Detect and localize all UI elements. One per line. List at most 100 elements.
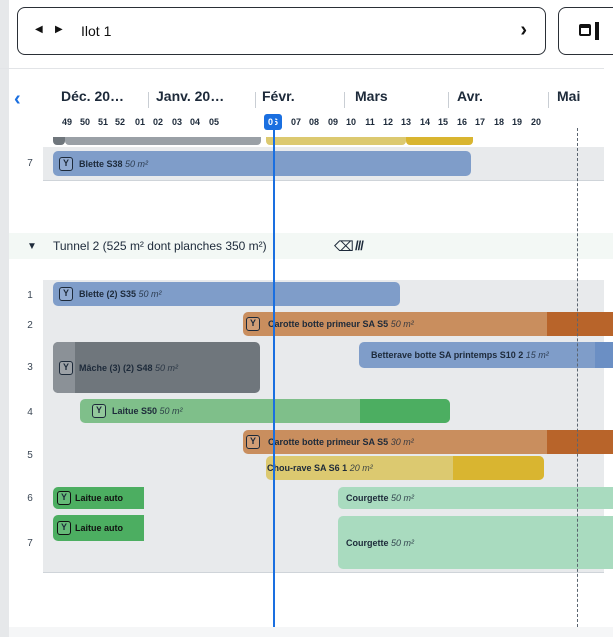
crop-bar[interactable] <box>53 137 65 145</box>
crop-area: 50 m² <box>390 319 414 329</box>
crop-name: Laitue auto <box>75 523 124 533</box>
chevron-right-icon[interactable]: › <box>520 19 527 42</box>
crop-bar[interactable]: Courgette 50 m² <box>338 516 613 569</box>
sprout-icon: Y <box>59 287 73 301</box>
month-label: Mai <box>557 88 581 104</box>
today-marker-line <box>273 114 275 637</box>
sprout-icon: Y <box>57 521 71 535</box>
row-number: 4 <box>27 407 33 418</box>
crop-bar[interactable]: Chou-rave SA S6 1 20 m² <box>266 456 544 480</box>
week-label: 04 <box>189 117 200 127</box>
crop-bar[interactable]: Betterave botte SA printemps S10 2 15 m² <box>359 342 613 368</box>
crop-bar[interactable]: Y Mâche (3) (2) S48 50 m² <box>53 342 260 393</box>
crop-bar[interactable]: Courgette 50 m² <box>338 487 613 509</box>
crop-bar[interactable]: Y Blette S38 50 m² <box>53 151 471 176</box>
week-label: 14 <box>419 117 430 127</box>
week-label: 07 <box>290 117 301 127</box>
crop-name: Carotte botte primeur SA S5 <box>268 319 389 329</box>
crop-name: Carotte botte primeur SA S5 <box>268 437 389 447</box>
month-label: Févr. <box>262 88 295 104</box>
caret-down-icon[interactable]: ▼ <box>27 241 37 252</box>
row-number: 5 <box>27 450 33 461</box>
week-label: 02 <box>152 117 163 127</box>
date-picker-button[interactable] <box>558 7 613 55</box>
crop-name: Laitue S50 <box>112 406 158 416</box>
sprout-icon: Y <box>92 404 106 418</box>
section-header[interactable]: ▼ Tunnel 2 (525 m² dont planches 350 m²)… <box>9 233 613 259</box>
crop-name: Laitue auto <box>75 493 124 503</box>
left-sidebar-strip <box>0 0 9 637</box>
week-label: 15 <box>437 117 448 127</box>
row-number: 2 <box>27 320 33 331</box>
crop-area: 20 m² <box>349 463 373 473</box>
triangle-left-icon[interactable]: ◀ <box>35 24 43 35</box>
week-label: 18 <box>493 117 504 127</box>
week-label: 05 <box>208 117 219 127</box>
crop-name: Blette (2) S35 <box>79 289 137 299</box>
month-divider <box>344 92 345 108</box>
month-label: Avr. <box>457 88 483 104</box>
crop-bar[interactable] <box>406 137 473 145</box>
week-label: 49 <box>61 117 72 127</box>
row-number: 6 <box>27 493 33 504</box>
crop-bar[interactable]: Y Laitue auto <box>53 487 144 509</box>
sprout-icon: Y <box>59 360 73 375</box>
crop-area: 50 m² <box>125 158 149 169</box>
sprout-icon: Y <box>246 435 260 449</box>
month-label: Mars <box>355 88 388 104</box>
eraser-icon[interactable]: ⌫ <box>334 238 354 255</box>
crop-name: Courgette <box>346 493 389 503</box>
sprout-icon: Y <box>57 491 71 505</box>
crop-area: 50 m² <box>155 362 179 373</box>
week-label: 19 <box>511 117 522 127</box>
week-label: 20 <box>530 117 541 127</box>
stripes-icon[interactable]: /// <box>355 238 364 253</box>
chevron-left-icon[interactable]: ‹ <box>14 88 21 111</box>
crop-name: Blette S38 <box>79 158 123 169</box>
row-number: 1 <box>27 290 33 301</box>
month-divider <box>148 92 149 108</box>
week-label: 12 <box>382 117 393 127</box>
row-number: 3 <box>27 362 33 373</box>
week-label: 17 <box>474 117 485 127</box>
week-label: 10 <box>345 117 356 127</box>
week-label: 08 <box>308 117 319 127</box>
crop-area: 50 m² <box>159 406 183 416</box>
week-label: 52 <box>114 117 125 127</box>
crop-bar[interactable] <box>65 137 261 145</box>
crop-bar[interactable]: Y Carotte botte primeur SA S5 50 m² <box>243 312 613 336</box>
crop-area: 50 m² <box>391 537 415 548</box>
week-label: 03 <box>171 117 182 127</box>
crop-area: 15 m² <box>525 350 549 360</box>
week-marker-dashed-line <box>577 128 578 637</box>
row-number: 7 <box>27 538 33 549</box>
crop-name: Courgette <box>346 537 389 548</box>
date-picker-edge <box>595 22 599 40</box>
week-label: 01 <box>134 117 145 127</box>
crop-bar[interactable] <box>266 137 406 145</box>
crop-bar[interactable]: Y Laitue S50 50 m² <box>80 399 450 423</box>
crop-area: 50 m² <box>138 289 162 299</box>
triangle-right-icon[interactable]: ▶ <box>55 24 63 35</box>
sprout-icon: Y <box>59 156 73 171</box>
bed-selector[interactable]: ◀ ▶ Ilot 1 › <box>17 7 546 55</box>
month-label: Déc. 20… <box>61 88 125 104</box>
week-label: 16 <box>456 117 467 127</box>
crop-bar[interactable]: Y Carotte botte primeur SA S5 30 m² <box>243 430 613 454</box>
row-number: 7 <box>27 158 33 169</box>
crop-area: 30 m² <box>390 437 414 447</box>
week-label: 50 <box>79 117 90 127</box>
month-divider <box>255 92 256 108</box>
bed-selector-label: Ilot 1 <box>81 23 112 39</box>
month-divider <box>448 92 449 108</box>
week-label: 51 <box>97 117 108 127</box>
calendar-icon <box>579 24 591 36</box>
sprout-icon: Y <box>246 317 260 331</box>
week-label: 11 <box>365 117 375 127</box>
month-divider <box>548 92 549 108</box>
crop-area: 50 m² <box>391 493 415 503</box>
section-title: Tunnel 2 (525 m² dont planches 350 m²) <box>53 239 267 253</box>
crop-bar[interactable]: Y Blette (2) S35 50 m² <box>53 282 400 306</box>
week-label: 13 <box>400 117 411 127</box>
crop-bar[interactable]: Y Laitue auto <box>53 515 144 541</box>
